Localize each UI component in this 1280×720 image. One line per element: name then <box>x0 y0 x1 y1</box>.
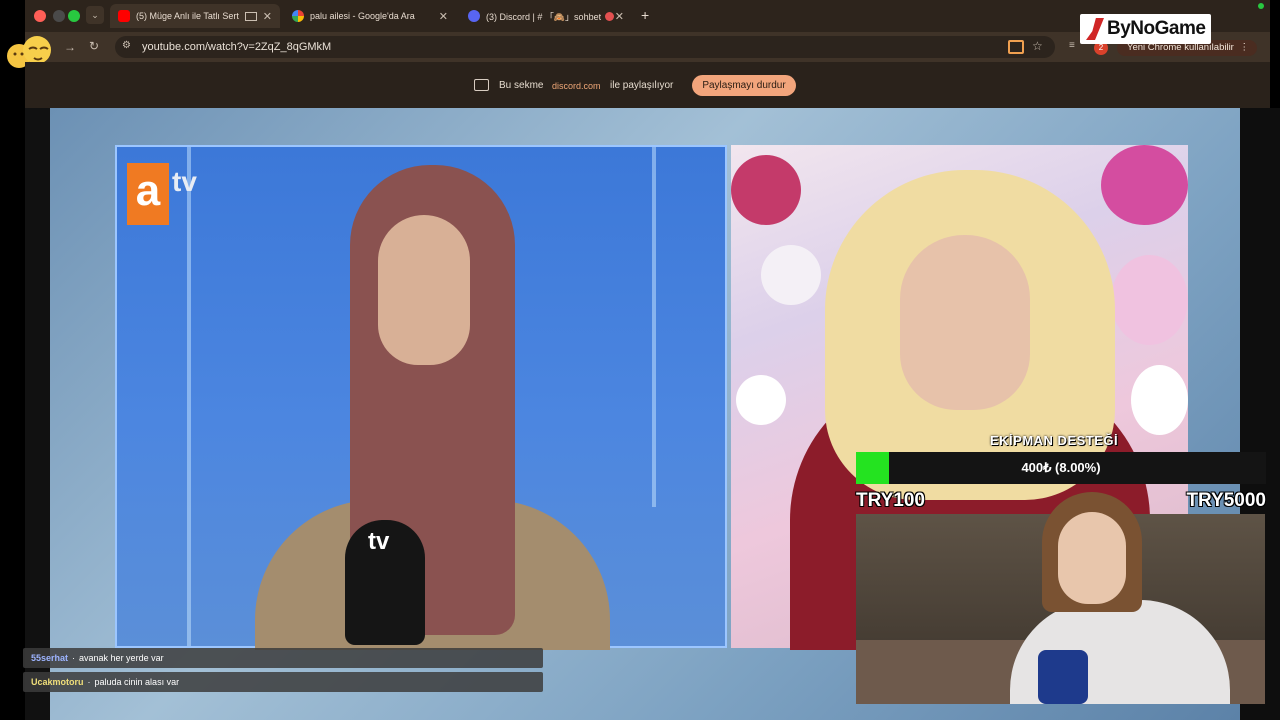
flower <box>1101 145 1188 225</box>
flower <box>736 375 786 425</box>
atv-logo-tv: tv <box>172 166 197 197</box>
donation-goal-title: EKİPMAN DESTEĞİ <box>990 433 1119 448</box>
chat-separator: · <box>72 653 76 663</box>
light-streak <box>187 147 191 646</box>
more-menu-icon[interactable]: ⋮ <box>1240 40 1250 56</box>
chat-message: Ucakmotoru · paluda cinin alası var <box>23 672 543 692</box>
tab-title: (3) Discord | # 「🙈」sohbet <box>486 11 602 22</box>
chat-username: 55serhat <box>31 653 69 663</box>
youtube-icon <box>118 10 130 22</box>
flower <box>761 245 821 305</box>
cast-icon[interactable] <box>1008 40 1024 54</box>
chat-separator: · <box>87 677 91 687</box>
flower <box>1111 255 1188 345</box>
tab-youtube[interactable]: (5) Müge Anlı ile Tatlı Sert ✕ <box>110 4 280 28</box>
chat-message: 55serhat · avanak her yerde var <box>23 648 543 668</box>
tab-search-chevron-icon[interactable]: ⌄ <box>86 6 104 24</box>
close-tab-icon[interactable]: ✕ <box>615 10 624 23</box>
google-icon <box>292 10 304 22</box>
tab-discord[interactable]: (3) Discord | # 「🙈」sohbet ✕ <box>460 4 632 28</box>
screen-share-icon <box>474 79 489 91</box>
microphone-logo: tv <box>368 528 390 555</box>
share-domain: discord.com <box>552 81 601 91</box>
bookmark-star-icon[interactable]: ☆ <box>1032 39 1043 53</box>
discord-icon <box>468 10 480 22</box>
bynogame-text: ByNoGame <box>1107 18 1206 39</box>
bynogame-logo: ByNoGame <box>1080 14 1211 44</box>
webcam-object <box>1038 650 1088 704</box>
donation-max-label: TRY5000 <box>1186 490 1266 511</box>
screen-share-indicator-icon <box>244 11 257 21</box>
close-window-button[interactable] <box>34 10 46 22</box>
tab-title: palu ailesi - Google'da Ara <box>310 11 415 21</box>
donation-min-label: TRY100 <box>856 490 925 511</box>
share-text-after: ile paylaşılıyor <box>610 80 674 91</box>
tab-google[interactable]: palu ailesi - Google'da Ara ✕ <box>284 4 456 28</box>
minimize-window-button[interactable] <box>53 10 65 22</box>
chat-username: Ucakmotoru <box>31 677 84 687</box>
url-text: youtube.com/watch?v=2ZqZ_8qGMkM <box>142 41 332 53</box>
forward-arrow-icon[interactable]: → <box>64 40 76 54</box>
maximize-window-button[interactable] <box>68 10 80 22</box>
reload-icon[interactable]: ↻ <box>89 39 99 53</box>
streamer-face <box>1058 512 1126 604</box>
stop-sharing-button[interactable]: Paylaşmayı durdur <box>692 75 796 96</box>
tab-title: (5) Müge Anlı ile Tatlı Sert <box>136 11 239 21</box>
light-streak <box>652 147 656 507</box>
atv-logo: a <box>127 163 169 225</box>
flower <box>1131 365 1188 435</box>
status-dot-icon <box>1258 3 1264 9</box>
share-text-before: Bu sekme <box>499 80 544 91</box>
chat-text: paluda cinin alası var <box>94 677 180 687</box>
left-black-border <box>0 0 25 720</box>
close-tab-icon[interactable]: ✕ <box>439 10 448 23</box>
close-tab-icon[interactable]: ✕ <box>263 10 272 23</box>
recording-icon <box>605 11 615 21</box>
guest-face <box>378 215 470 365</box>
site-settings-icon[interactable]: ⚙ <box>122 40 131 51</box>
reading-list-icon[interactable]: ≡ <box>1069 40 1075 51</box>
chat-text: avanak her yerde var <box>79 653 164 663</box>
new-tab-button[interactable]: + <box>641 7 649 23</box>
host-face <box>900 235 1030 410</box>
bynogame-mark-icon <box>1086 18 1104 40</box>
video-left-border <box>25 108 50 720</box>
flower <box>731 155 801 225</box>
donation-progress-text: 400₺ (8.00%) <box>1021 460 1101 475</box>
